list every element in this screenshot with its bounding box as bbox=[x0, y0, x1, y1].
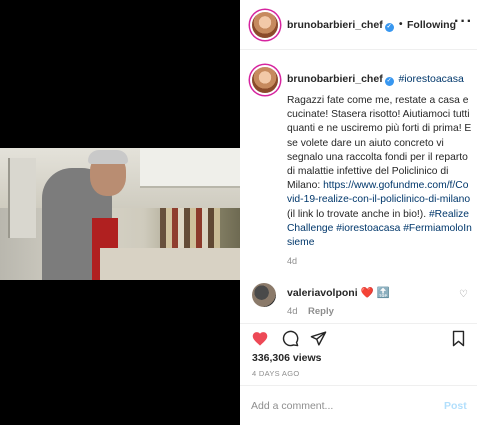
like-heart-icon[interactable] bbox=[248, 326, 272, 350]
caption-timestamp: 4d bbox=[287, 256, 298, 266]
caption-header: brunobarbieri_chef ✓ #iorestoacasa bbox=[287, 73, 464, 86]
caption-author-avatar[interactable] bbox=[252, 67, 278, 93]
comment-bubble-icon[interactable] bbox=[278, 326, 302, 350]
caption-hashtag[interactable]: #iorestoacasa bbox=[398, 73, 463, 85]
video-counter bbox=[100, 248, 240, 280]
author-username[interactable]: brunobarbieri_chef ✓ bbox=[287, 19, 394, 32]
author-avatar[interactable] bbox=[252, 12, 278, 38]
post-header: brunobarbieri_chef ✓ • Following ··· bbox=[240, 0, 477, 50]
video-person-hair bbox=[88, 150, 128, 164]
comment-text: ❤️ 🔝 bbox=[360, 287, 390, 299]
save-bookmark-icon[interactable] bbox=[446, 326, 470, 350]
video-cabinet bbox=[140, 148, 240, 188]
commenter-username[interactable]: valeriavolponi bbox=[287, 287, 358, 299]
author-username-text[interactable]: brunobarbieri_chef bbox=[287, 19, 383, 31]
comment-line: valeriavolponi ❤️ 🔝 bbox=[287, 286, 390, 299]
caption-body: Ragazzi fate come me, restate a casa e c… bbox=[287, 94, 473, 250]
commenter-avatar[interactable] bbox=[252, 283, 276, 307]
video-towel bbox=[8, 158, 36, 238]
header-separator: • bbox=[399, 19, 403, 30]
share-paper-plane-icon[interactable] bbox=[306, 326, 330, 350]
post-comment-button[interactable]: Post bbox=[444, 400, 467, 412]
verified-badge-icon: ✓ bbox=[384, 23, 394, 32]
comments-scroll-area[interactable]: brunobarbieri_chef ✓ #iorestoacasa Ragazz… bbox=[240, 51, 477, 323]
comment-like-heart-icon[interactable]: ♡ bbox=[459, 289, 468, 300]
caption-verified-badge-icon: ✓ bbox=[384, 77, 394, 86]
comment-timestamp: 4d bbox=[287, 306, 298, 317]
comment-input[interactable] bbox=[251, 398, 426, 414]
post-video[interactable] bbox=[0, 148, 240, 280]
comment-reply-button[interactable]: Reply bbox=[308, 306, 334, 317]
video-bottles bbox=[160, 208, 220, 252]
following-button[interactable]: Following bbox=[407, 19, 456, 31]
post-date[interactable]: 4 DAYS AGO bbox=[252, 369, 299, 378]
caption-username[interactable]: brunobarbieri_chef bbox=[287, 73, 383, 85]
more-options-icon[interactable]: ··· bbox=[454, 13, 473, 31]
caption-text: Ragazzi fate come me, restate a casa e c… bbox=[287, 95, 472, 192]
caption-after-link: (il link lo trovate anche in bio!). bbox=[287, 208, 427, 220]
post-side-panel: brunobarbieri_chef ✓ • Following ··· brun… bbox=[240, 0, 477, 425]
video-area bbox=[0, 0, 240, 425]
view-count[interactable]: 336,306 views bbox=[252, 352, 321, 364]
add-comment-section: Post bbox=[240, 385, 477, 425]
